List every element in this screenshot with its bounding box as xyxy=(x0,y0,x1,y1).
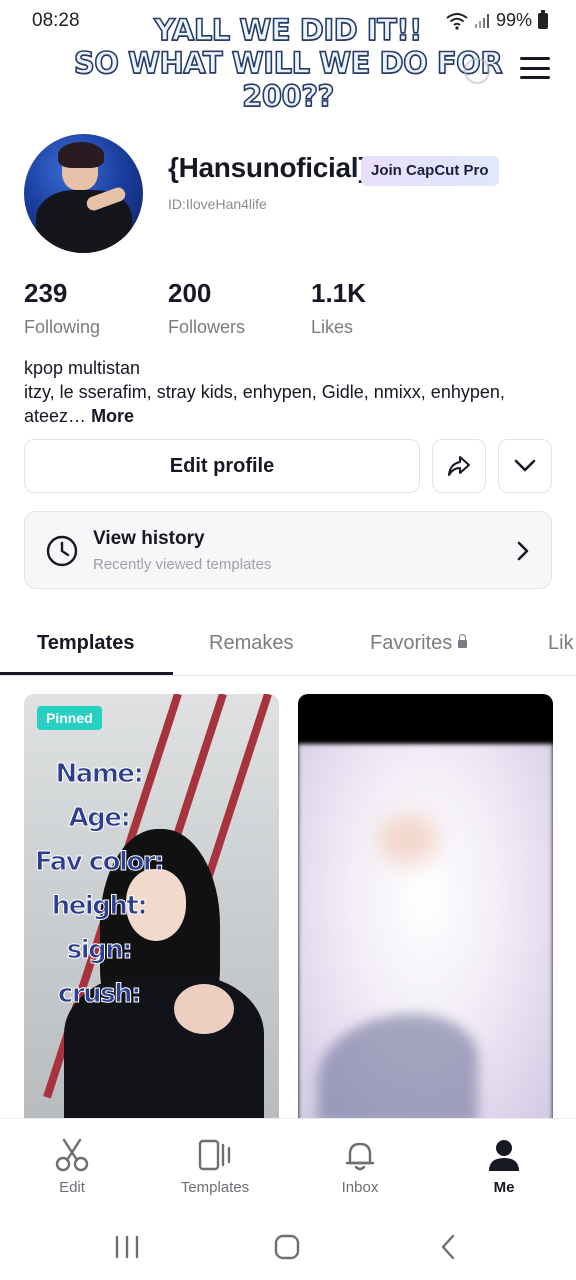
bottom-nav: Edit Templates Inbox Me xyxy=(0,1118,576,1214)
nav-templates[interactable]: Templates xyxy=(165,1137,265,1196)
pinned-badge: Pinned xyxy=(37,706,102,730)
nav-inbox[interactable]: Inbox xyxy=(310,1137,410,1196)
tab-likes[interactable]: Lik xyxy=(548,632,574,655)
profile-tabs: Templates Remakes Favorites Lik xyxy=(0,614,576,676)
template-text: Name: Age: Fav color: height: sign: crus… xyxy=(24,752,174,1016)
template-text-line: height: xyxy=(51,891,148,922)
stat-value: 200 xyxy=(168,278,212,308)
home-icon[interactable] xyxy=(272,1234,302,1260)
profile-stats: 239 Following 200 Followers 1.1K Likes xyxy=(24,278,444,338)
tab-favorites-label: Favorites xyxy=(370,632,453,654)
system-nav-bar xyxy=(0,1214,576,1280)
bio-line: itzy, le sserafim, stray kids, enhypen, … xyxy=(24,382,505,402)
scissors-icon xyxy=(55,1138,89,1172)
view-history-card[interactable]: View history Recently viewed templates xyxy=(24,511,552,589)
overlay-caption: YALL WE DID IT!! SO WHAT WILL WE DO FOR … xyxy=(60,13,516,114)
stat-value: 239 xyxy=(24,278,68,308)
view-history-title: View history xyxy=(93,528,205,549)
stat-value: 1.1K xyxy=(311,278,366,308)
active-tab-indicator xyxy=(0,672,173,675)
template-text-line: crush: xyxy=(57,979,142,1010)
menu-button[interactable] xyxy=(520,54,550,82)
avatar-hair xyxy=(58,142,104,168)
caption-line-1: YALL WE DID IT!! xyxy=(153,13,423,48)
caption-line-3: 200?? xyxy=(241,79,335,114)
template-text-line: Fav color: xyxy=(34,847,165,878)
person-icon xyxy=(489,1140,519,1171)
video-thumbnail-detail xyxy=(378,814,438,864)
nav-label: Edit xyxy=(59,1179,85,1196)
stat-label: Likes xyxy=(311,317,354,337)
nav-label: Inbox xyxy=(341,1179,379,1196)
join-pro-badge[interactable]: Join CapCut Pro xyxy=(361,156,499,186)
stat-likes[interactable]: 1.1K Likes xyxy=(311,278,366,338)
user-id: ID:IloveHan4life xyxy=(168,196,267,212)
nav-me[interactable]: Me xyxy=(454,1137,554,1196)
stat-following[interactable]: 239 Following xyxy=(24,278,100,338)
stat-followers[interactable]: 200 Followers xyxy=(168,278,245,338)
photo-shoulder xyxy=(174,984,234,1034)
edit-profile-button[interactable]: Edit profile xyxy=(24,439,420,493)
tab-remakes[interactable]: Remakes xyxy=(209,632,293,655)
caption-line-2: SO WHAT WILL WE DO FOR xyxy=(73,46,503,81)
lock-icon xyxy=(458,634,468,648)
tab-favorites[interactable]: Favorites xyxy=(370,632,468,655)
nav-label: Me xyxy=(493,1179,515,1196)
clock-icon xyxy=(46,535,78,567)
share-profile-button[interactable] xyxy=(432,439,486,493)
nav-label: Templates xyxy=(180,1179,250,1196)
bio: kpop multistan itzy, le sserafim, stray … xyxy=(24,356,554,428)
menu-icon-bar xyxy=(520,66,550,70)
stat-label: Followers xyxy=(168,317,246,337)
bio-line: kpop multistan xyxy=(24,358,141,378)
template-text-line: Name: xyxy=(55,759,144,790)
avatar[interactable] xyxy=(24,134,143,253)
settings-icon[interactable] xyxy=(464,58,490,84)
back-icon[interactable] xyxy=(434,1234,464,1260)
username: {Hansunoficial} xyxy=(168,152,369,183)
template-text-line: sign: xyxy=(66,935,133,966)
template-card[interactable]: Name: Age: Fav color: height: sign: crus… xyxy=(24,694,279,1118)
template-card[interactable] xyxy=(298,694,553,1118)
template-text-line: Age: xyxy=(68,803,131,834)
battery-icon xyxy=(538,9,548,29)
chevron-right-icon xyxy=(517,541,529,561)
share-icon xyxy=(448,456,470,476)
tab-templates[interactable]: Templates xyxy=(37,632,134,655)
view-history-subtitle: Recently viewed templates xyxy=(93,556,272,573)
nav-edit[interactable]: Edit xyxy=(22,1137,122,1196)
menu-icon-bar xyxy=(520,76,550,79)
templates-icon xyxy=(198,1139,231,1171)
bell-icon xyxy=(345,1142,375,1171)
bio-more-link[interactable]: More xyxy=(91,406,134,426)
bio-line-last: ateez… More xyxy=(24,404,554,428)
chevron-down-icon xyxy=(514,459,536,472)
menu-icon-bar xyxy=(520,57,550,60)
expand-button[interactable] xyxy=(498,439,552,493)
bio-line: ateez… xyxy=(24,406,87,426)
recent-apps-icon[interactable] xyxy=(112,1234,142,1260)
stat-label: Following xyxy=(24,317,101,337)
